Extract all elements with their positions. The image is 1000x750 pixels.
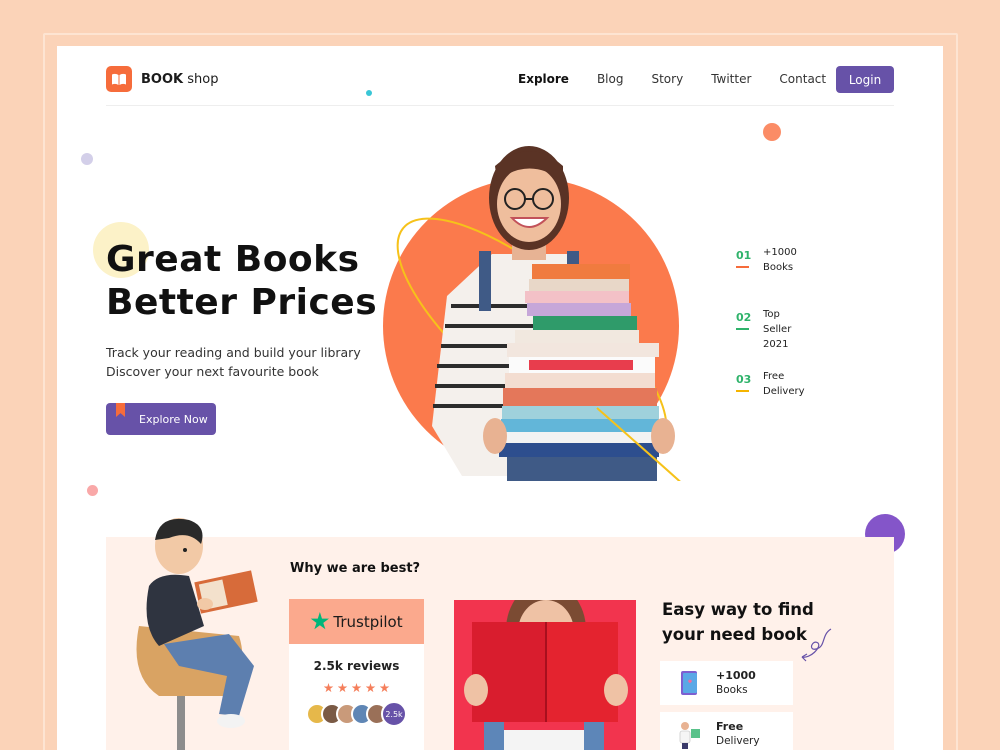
delivery-card[interactable]: Free Delivery <box>660 712 793 750</box>
brand-logo[interactable]: BOOK shop <box>106 66 218 92</box>
trustpilot-header: Trustpilot <box>289 599 424 644</box>
hero-subtitle: Track your reading and build your librar… <box>106 345 361 379</box>
stat-text: +1000 Books <box>763 247 797 273</box>
delivery-person-icon <box>674 719 704 749</box>
stat-number: 01 <box>736 249 752 262</box>
stat-bar <box>736 266 749 268</box>
reviews-count: 2.5k reviews <box>313 659 400 673</box>
decor-dot <box>87 485 98 496</box>
easy-title: Easy way to find your need book <box>662 600 814 644</box>
trustpilot-card[interactable]: Trustpilot 2.5k reviews 2.5k <box>289 599 424 750</box>
decor-dot <box>763 123 781 141</box>
main-nav: Explore Blog Story Twitter Contact <box>518 72 854 86</box>
star-icon <box>351 683 362 693</box>
reader-photo <box>454 600 636 750</box>
landing-page: BOOK shop Explore Blog Story Twitter Con… <box>57 46 943 750</box>
star-icon <box>337 683 348 693</box>
trustpilot-label: Trustpilot <box>333 612 403 631</box>
explore-now-button[interactable]: Explore Now <box>106 403 216 435</box>
nav-story[interactable]: Story <box>651 72 683 86</box>
header-divider <box>106 105 894 106</box>
books-card[interactable]: +1000 Books <box>660 661 793 705</box>
avatar-count-badge: 2.5k <box>381 701 407 727</box>
stat-bar <box>736 390 749 392</box>
open-book-icon <box>106 66 132 92</box>
bookmark-icon <box>116 403 125 417</box>
nav-twitter[interactable]: Twitter <box>711 72 751 86</box>
stat-bar <box>736 328 749 330</box>
brand-name: BOOK shop <box>141 71 219 87</box>
star-half-icon <box>379 683 390 693</box>
squiggle-arrow-icon <box>801 628 832 662</box>
why-title: Why we are best? <box>290 561 421 576</box>
login-button[interactable]: Login <box>836 66 894 93</box>
decor-dot <box>366 90 372 96</box>
delivery-card-text: Free Delivery <box>716 720 760 747</box>
hero-illustration <box>383 146 681 481</box>
reading-man-illustration <box>136 518 258 750</box>
stat-text: Free Delivery <box>763 371 805 397</box>
nav-explore[interactable]: Explore <box>518 72 569 86</box>
stat-number: 03 <box>736 373 752 386</box>
books-card-text: +1000 Books <box>716 669 756 696</box>
nav-contact[interactable]: Contact <box>779 72 826 86</box>
star-icon <box>365 683 376 693</box>
stat-text: Top Seller 2021 <box>763 309 792 350</box>
trustpilot-star-icon <box>310 612 329 630</box>
stat-number: 02 <box>736 311 752 324</box>
star-icon <box>323 683 334 693</box>
nav-blog[interactable]: Blog <box>597 72 624 86</box>
rating-stars <box>289 683 424 693</box>
reviewer-avatars: 2.5k <box>289 701 424 727</box>
decor-dot <box>81 153 93 165</box>
hero-title: Great Books Better Prices <box>106 239 378 323</box>
book-icon <box>674 668 704 698</box>
